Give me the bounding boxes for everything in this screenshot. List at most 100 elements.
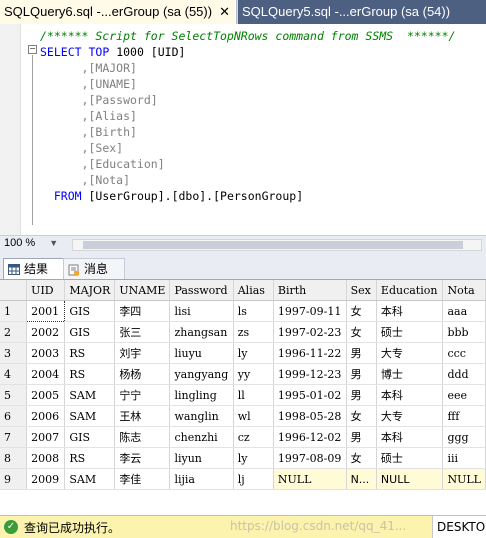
table-cell[interactable]: NULL: [376, 468, 444, 490]
query-editor[interactable]: − /****** Script for SelectTopNRows comm…: [0, 24, 486, 235]
table-cell[interactable]: RS: [64, 447, 116, 469]
table-cell[interactable]: 2004: [26, 363, 66, 385]
table-cell[interactable]: lingling: [169, 384, 234, 406]
table-cell[interactable]: lj: [233, 468, 274, 490]
table-cell[interactable]: ll: [233, 384, 274, 406]
table-cell[interactable]: zhangsan: [169, 321, 234, 343]
table-cell[interactable]: 女: [346, 321, 377, 343]
row-number[interactable]: 8: [0, 447, 28, 469]
row-number[interactable]: 3: [0, 342, 28, 364]
table-cell[interactable]: 大专: [376, 405, 444, 427]
tab-sqlquery6[interactable]: SQLQuery6.sql -...erGroup (sa (55)) ✕: [0, 0, 237, 24]
row-number[interactable]: 6: [0, 405, 28, 427]
table-cell[interactable]: chenzhi: [169, 426, 234, 448]
row-number[interactable]: 9: [0, 468, 28, 490]
table-cell[interactable]: 1995-01-02: [273, 384, 347, 406]
table-cell[interactable]: wl: [233, 405, 274, 427]
row-number[interactable]: 2: [0, 321, 28, 343]
table-row[interactable]: 8 2008 RS 李云 liyun ly 1997-08-09 女硕士 iii: [0, 447, 486, 469]
table-cell[interactable]: eee: [442, 384, 486, 406]
table-cell[interactable]: zs: [233, 321, 274, 343]
table-row[interactable]: 5 2005 SAM 宁宁 lingling ll 1995-01-02 男本科 eee: [0, 384, 486, 406]
table-cell[interactable]: 王林: [114, 405, 171, 427]
table-row[interactable]: 9 2009 SAM 李佳 lijia lj NULL N... NULL NULL: [0, 468, 486, 490]
table-cell[interactable]: 本科: [376, 384, 444, 406]
table-cell[interactable]: 李佳: [114, 468, 171, 490]
column-header[interactable]: Password: [169, 280, 234, 301]
tab-messages[interactable]: 消息: [63, 258, 125, 279]
table-cell[interactable]: 2005: [26, 384, 66, 406]
table-cell[interactable]: 2002: [26, 321, 66, 343]
table-cell[interactable]: NULL: [442, 468, 486, 490]
table-row[interactable]: 3 2003 RS 刘宇 liuyu ly 1996-11-22 男大专 ccc: [0, 342, 486, 364]
table-row[interactable]: 2 2002 GIS 张三 zhangsan zs 1997-02-23 女硕士 bbb: [0, 321, 486, 343]
table-cell[interactable]: RS: [64, 363, 116, 385]
column-header[interactable]: UID: [26, 280, 66, 301]
table-cell[interactable]: 1997-08-09: [273, 447, 347, 469]
table-row[interactable]: 1 2001 GIS 李四 lisi ls 1997-09-11 女本科 aaa: [0, 300, 486, 322]
table-cell[interactable]: 李云: [114, 447, 171, 469]
table-cell[interactable]: ddd: [442, 363, 486, 385]
table-cell[interactable]: 宁宁: [114, 384, 171, 406]
table-cell[interactable]: 男: [346, 342, 377, 364]
scrollbar-thumb[interactable]: [83, 241, 463, 249]
table-cell[interactable]: 2006: [26, 405, 66, 427]
table-cell[interactable]: ggg: [442, 426, 486, 448]
table-cell[interactable]: RS: [64, 342, 116, 364]
table-cell[interactable]: ly: [233, 447, 274, 469]
table-cell[interactable]: fff: [442, 405, 486, 427]
column-header[interactable]: Sex: [346, 280, 377, 301]
table-cell[interactable]: 博士: [376, 363, 444, 385]
close-icon[interactable]: ✕: [219, 0, 230, 24]
table-cell[interactable]: 本科: [376, 426, 444, 448]
table-cell[interactable]: yangyang: [169, 363, 234, 385]
table-row[interactable]: 7 2007 GIS 陈志 chenzhi cz 1996-12-02 男本科 ggg: [0, 426, 486, 448]
table-cell[interactable]: 李四: [114, 300, 171, 322]
table-cell[interactable]: 张三: [114, 321, 171, 343]
table-row[interactable]: 6 2006 SAM 王林 wanglin wl 1998-05-28 女大专 fff: [0, 405, 486, 427]
table-cell[interactable]: cz: [233, 426, 274, 448]
table-cell[interactable]: 2009: [26, 468, 66, 490]
table-cell[interactable]: 大专: [376, 342, 444, 364]
table-cell[interactable]: bbb: [442, 321, 486, 343]
table-cell[interactable]: 女: [346, 405, 377, 427]
results-grid[interactable]: UID MAJOR UNAME Password Alias Birth Sex Educat…: [0, 280, 486, 513]
table-cell[interactable]: 本科: [376, 300, 444, 322]
row-number[interactable]: 1: [0, 300, 28, 322]
table-cell[interactable]: N...: [346, 468, 377, 490]
column-header[interactable]: Alias: [233, 280, 274, 301]
table-cell[interactable]: GIS: [64, 426, 116, 448]
table-cell[interactable]: liuyu: [169, 342, 234, 364]
table-cell[interactable]: SAM: [64, 405, 116, 427]
column-header[interactable]: Education: [376, 280, 444, 301]
table-cell[interactable]: liyun: [169, 447, 234, 469]
table-cell[interactable]: 硕士: [376, 447, 444, 469]
table-cell[interactable]: lijia: [169, 468, 234, 490]
horizontal-scrollbar[interactable]: [72, 239, 482, 251]
table-cell[interactable]: ccc: [442, 342, 486, 364]
table-cell[interactable]: 2001: [26, 300, 66, 322]
table-cell[interactable]: 1999-12-23: [273, 363, 347, 385]
table-cell[interactable]: 2007: [26, 426, 66, 448]
table-cell[interactable]: NULL: [273, 468, 347, 490]
table-cell[interactable]: aaa: [442, 300, 486, 322]
table-cell[interactable]: 1997-09-11: [273, 300, 347, 322]
row-number[interactable]: 4: [0, 363, 28, 385]
table-cell[interactable]: 男: [346, 426, 377, 448]
row-number[interactable]: 7: [0, 426, 28, 448]
column-header[interactable]: Birth: [273, 280, 347, 301]
table-cell[interactable]: 男: [346, 384, 377, 406]
table-cell[interactable]: 女: [346, 300, 377, 322]
table-cell[interactable]: 2008: [26, 447, 66, 469]
table-cell[interactable]: yy: [233, 363, 274, 385]
table-cell[interactable]: GIS: [64, 321, 116, 343]
table-cell[interactable]: ls: [233, 300, 274, 322]
table-cell[interactable]: 陈志: [114, 426, 171, 448]
zoom-select[interactable]: 100 % ▼: [4, 237, 58, 249]
row-number-header[interactable]: [0, 280, 28, 301]
table-cell[interactable]: wanglin: [169, 405, 234, 427]
table-cell[interactable]: 男: [346, 363, 377, 385]
table-cell[interactable]: SAM: [64, 384, 116, 406]
chevron-down-icon[interactable]: ▼: [49, 238, 58, 248]
column-header[interactable]: UNAME: [114, 280, 171, 301]
